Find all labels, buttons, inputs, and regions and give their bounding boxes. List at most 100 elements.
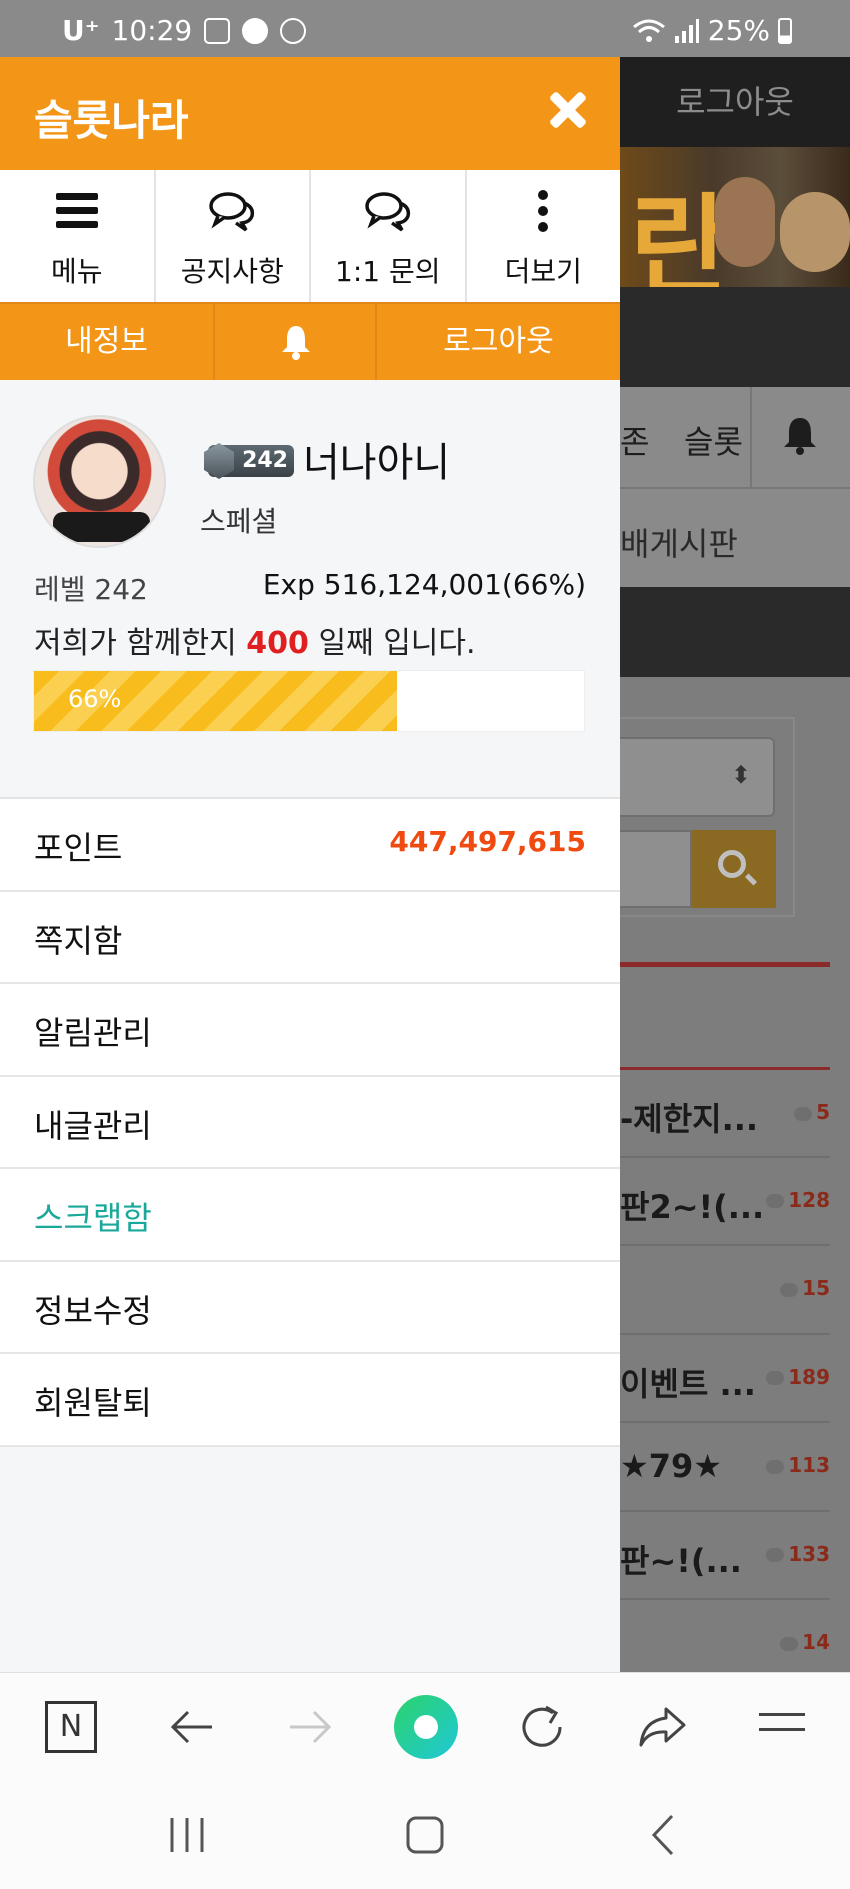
exp-text: Exp 516,124,001(66%) (262, 568, 586, 601)
menu-item-points[interactable]: 포인트 447,497,615 (0, 799, 620, 892)
browser-toolbar: N (0, 1672, 850, 1780)
quick-nav-label: 더보기 (504, 255, 582, 288)
days-prefix: 저희가 함께한지 (34, 626, 237, 661)
menu-item-label: 회원탈퇴 (34, 1384, 152, 1422)
account-menu: 포인트 447,497,615 쪽지함 알림관리 내글관리 스크랩함 정보수정 … (0, 797, 620, 1447)
alarm-icon (280, 17, 307, 44)
nickname: 너나아니 (303, 440, 451, 486)
refresh-icon[interactable] (516, 1701, 568, 1753)
home-icon[interactable] (400, 1810, 450, 1860)
naver-n-icon[interactable]: N (45, 1701, 97, 1753)
quick-nav-menu[interactable]: 메뉴 (0, 170, 156, 302)
menu-item-withdraw[interactable]: 회원탈퇴 (0, 1354, 620, 1447)
logout-button[interactable]: 로그아웃 (377, 304, 620, 380)
profile-card: 242 너나아니 스페셜 레벨 242 Exp 516,124,001(66%)… (0, 380, 620, 797)
bg-divider (620, 962, 830, 967)
menu-item-label: 정보수정 (34, 1291, 152, 1330)
bg-post-comment-count: 113 (766, 1453, 830, 1477)
home-button-icon[interactable] (394, 1695, 458, 1759)
action-bar: 내정보 로그아웃 (0, 302, 620, 380)
side-drawer: 슬롯나라 메뉴 공지사항 1:1 문의 더보기 내정보 로그아웃 242 너나아… (0, 57, 620, 1672)
bg-post-row: 판~!(... 133 (620, 1509, 830, 1599)
battery-icon (778, 17, 792, 44)
menu-item-notification-settings[interactable]: 알림관리 (0, 984, 620, 1077)
points-value: 447,497,615 (389, 825, 586, 858)
sort-arrows-icon: ⬍ (730, 761, 751, 789)
more-vertical-icon (537, 190, 549, 234)
close-icon[interactable] (548, 90, 588, 130)
bg-post-title: 판2~!(... (620, 1187, 765, 1226)
bg-post-comment-count: 15 (780, 1276, 830, 1300)
bg-post-comment-count: 128 (766, 1188, 830, 1212)
notifications-button[interactable] (215, 304, 377, 380)
battery-percent: 25% (707, 14, 770, 47)
menu-item-label: 알림관리 (34, 1014, 152, 1052)
bg-banner-character (715, 177, 775, 267)
avatar (33, 415, 166, 548)
quick-nav-notice[interactable]: 공지사항 (156, 170, 311, 302)
bg-nav: 존 슬롯 (620, 387, 850, 487)
quick-nav-label: 1:1 문의 (335, 255, 441, 288)
clock: 10:29 (111, 14, 193, 47)
chat-bubbles-icon (365, 192, 410, 232)
share-icon[interactable] (636, 1701, 688, 1753)
bg-post-title: 이벤트 ... (620, 1364, 756, 1403)
background-page: 로그아웃 란 존 슬롯 배게시판 ⬍ -제한지... 5 판2~!(... 128 … (620, 57, 850, 1672)
forward-arrow-icon[interactable] (284, 1701, 336, 1753)
menu-item-label: 내글관리 (34, 1106, 152, 1145)
carrier-label: U⁺ (62, 14, 100, 47)
my-info-button[interactable]: 내정보 (0, 304, 215, 380)
bg-search-button (692, 830, 776, 908)
level-badge: 242 (208, 445, 294, 477)
menu-item-my-posts[interactable]: 내글관리 (0, 1077, 620, 1169)
menu-item-scraps[interactable]: 스크랩함 (0, 1169, 620, 1262)
bg-post-row: -제한지... 5 (620, 1067, 830, 1156)
menu-item-messages[interactable]: 쪽지함 (0, 892, 620, 984)
quick-nav-label: 메뉴 (50, 255, 103, 288)
bg-dark-band (620, 287, 850, 387)
quick-nav-inquiry[interactable]: 1:1 문의 (311, 170, 467, 302)
menu-item-label: 쪽지함 (34, 921, 123, 960)
signal-icon (674, 18, 699, 43)
exp-progress-bar: 66% (33, 670, 585, 732)
bg-post-list: -제한지... 5 판2~!(... 128 15 이벤트 ... 189 ★79★ 1… (620, 1067, 830, 1672)
bg-post-row: 판2~!(... 128 (620, 1155, 830, 1245)
kakaotalk-icon (242, 17, 269, 44)
level-text: 레벨 242 (34, 573, 148, 606)
bg-post-title: -제한지... (620, 1100, 759, 1138)
bg-nav-item: 존 (620, 423, 650, 461)
bg-post-row: ★79★ 113 (620, 1421, 830, 1510)
bell-icon (282, 326, 310, 360)
status-bar: U⁺ 10:29 25% (0, 0, 850, 57)
bg-post-comment-count: 133 (766, 1542, 830, 1566)
divider (750, 387, 752, 487)
bg-post-comment-count: 14 (780, 1630, 830, 1654)
hamburger-menu-icon (53, 190, 101, 234)
quick-nav-label: 공지사항 (180, 255, 284, 288)
days-count: 400 (246, 626, 309, 661)
menu-item-label: 스크랩함 (34, 1199, 152, 1237)
recent-apps-icon[interactable] (162, 1810, 212, 1860)
site-title[interactable]: 슬롯나라 (34, 87, 189, 148)
bell-icon (784, 418, 816, 455)
bg-search-input (620, 830, 692, 908)
bg-post-title: ★79★ (620, 1447, 722, 1485)
back-icon[interactable] (640, 1810, 690, 1860)
bg-post-title: 판~!(... (620, 1541, 742, 1580)
menu-item-edit-info[interactable]: 정보수정 (0, 1262, 620, 1354)
browser-menu-icon[interactable] (756, 1701, 808, 1753)
bg-select: ⬍ (620, 737, 775, 817)
exp-progress-label: 66% (68, 685, 122, 713)
quick-nav-more[interactable]: 더보기 (467, 170, 621, 302)
days-suffix: 일째 입니다. (318, 626, 476, 661)
days-together: 저희가 함께한지 400 일째 입니다. (34, 618, 476, 662)
back-arrow-icon[interactable] (166, 1701, 218, 1753)
bg-logout-link: 로그아웃 (620, 57, 850, 147)
bg-post-row: 15 (620, 1244, 830, 1333)
gallery-icon (204, 17, 231, 44)
quick-nav: 메뉴 공지사항 1:1 문의 더보기 (0, 170, 620, 302)
bg-post-row: 이벤트 ... 189 (620, 1332, 830, 1422)
system-nav-bar (0, 1780, 850, 1889)
bg-post-comment-count: 189 (766, 1365, 830, 1389)
bg-post-row: 14 (620, 1598, 830, 1672)
